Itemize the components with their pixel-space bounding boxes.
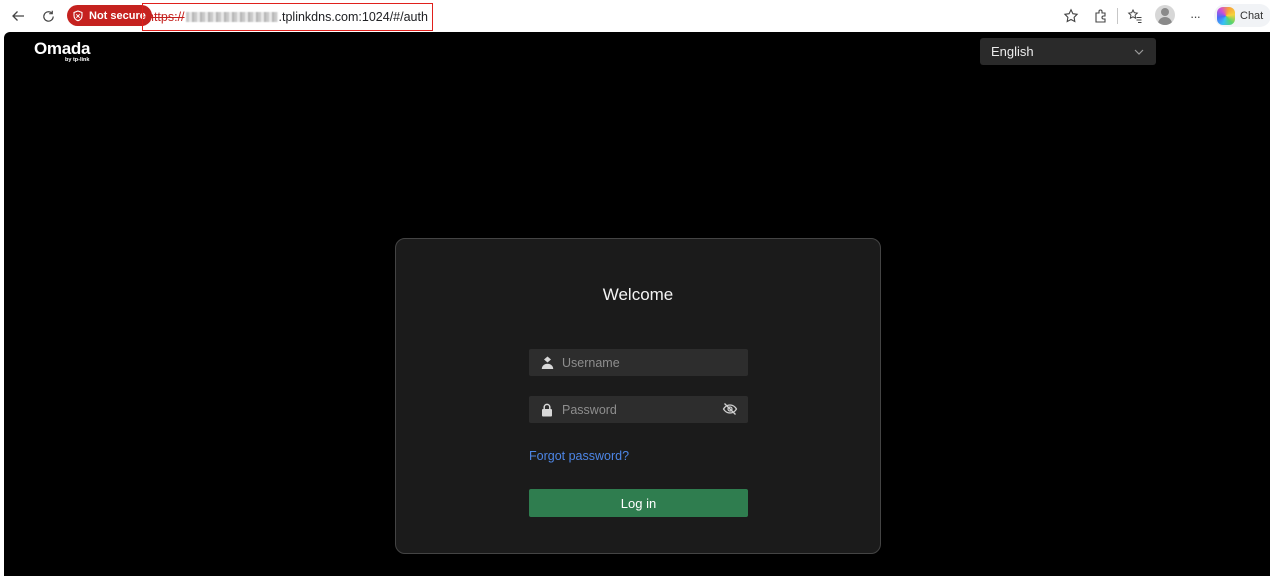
eye-off-icon[interactable] <box>722 402 738 416</box>
page-content: Omada by tp-link English Welcome Forgot … <box>4 32 1270 576</box>
language-selected: English <box>991 44 1034 59</box>
favorites-button[interactable] <box>1123 4 1147 28</box>
arrow-left-icon <box>12 11 24 21</box>
forgot-password-link[interactable]: Forgot password? <box>529 449 629 463</box>
security-indicator[interactable]: Not secure <box>67 5 152 26</box>
copilot-icon <box>1217 6 1235 25</box>
logo-subtext: by tp-link <box>65 57 90 63</box>
star-icon <box>1063 8 1079 23</box>
more-button[interactable]: ··· <box>1183 4 1207 28</box>
browser-toolbar: Not secure https:// .tplinkdns.com:1024/… <box>0 0 1270 31</box>
username-input[interactable] <box>562 355 712 370</box>
chevron-down-icon <box>1134 49 1144 55</box>
logo-text: Omada <box>34 39 91 58</box>
shield-icon <box>73 9 83 21</box>
toolbar-divider <box>1117 8 1118 24</box>
login-title: Welcome <box>602 285 674 304</box>
favorites-icon <box>1127 8 1142 24</box>
url-scheme: https:// <box>147 10 185 24</box>
puzzle-icon <box>1095 9 1106 23</box>
login-card: Welcome Forgot password? Log in <box>395 238 881 554</box>
language-select[interactable]: English <box>980 38 1156 65</box>
url-redacted-host <box>185 12 278 22</box>
login-button[interactable]: Log in <box>529 489 748 517</box>
copilot-chat-button[interactable]: Chat <box>1214 4 1270 27</box>
reload-button[interactable] <box>36 4 60 28</box>
password-input[interactable] <box>562 402 712 417</box>
profile-avatar[interactable] <box>1155 5 1175 25</box>
address-bar[interactable]: https:// .tplinkdns.com:1024/#/auth <box>142 3 433 31</box>
back-button[interactable] <box>6 4 30 28</box>
omada-logo: Omada by tp-link <box>34 39 91 64</box>
chat-label: Chat <box>1240 9 1264 22</box>
username-field[interactable] <box>529 349 748 376</box>
user-icon <box>540 356 554 370</box>
extensions-button[interactable] <box>1089 4 1113 28</box>
favorite-button[interactable] <box>1059 4 1083 28</box>
security-label: Not secure <box>89 9 146 22</box>
url-host: .tplinkdns.com:1024/#/auth <box>278 10 428 24</box>
reload-icon <box>42 10 54 22</box>
lock-icon <box>540 403 554 417</box>
password-field[interactable] <box>529 396 748 423</box>
